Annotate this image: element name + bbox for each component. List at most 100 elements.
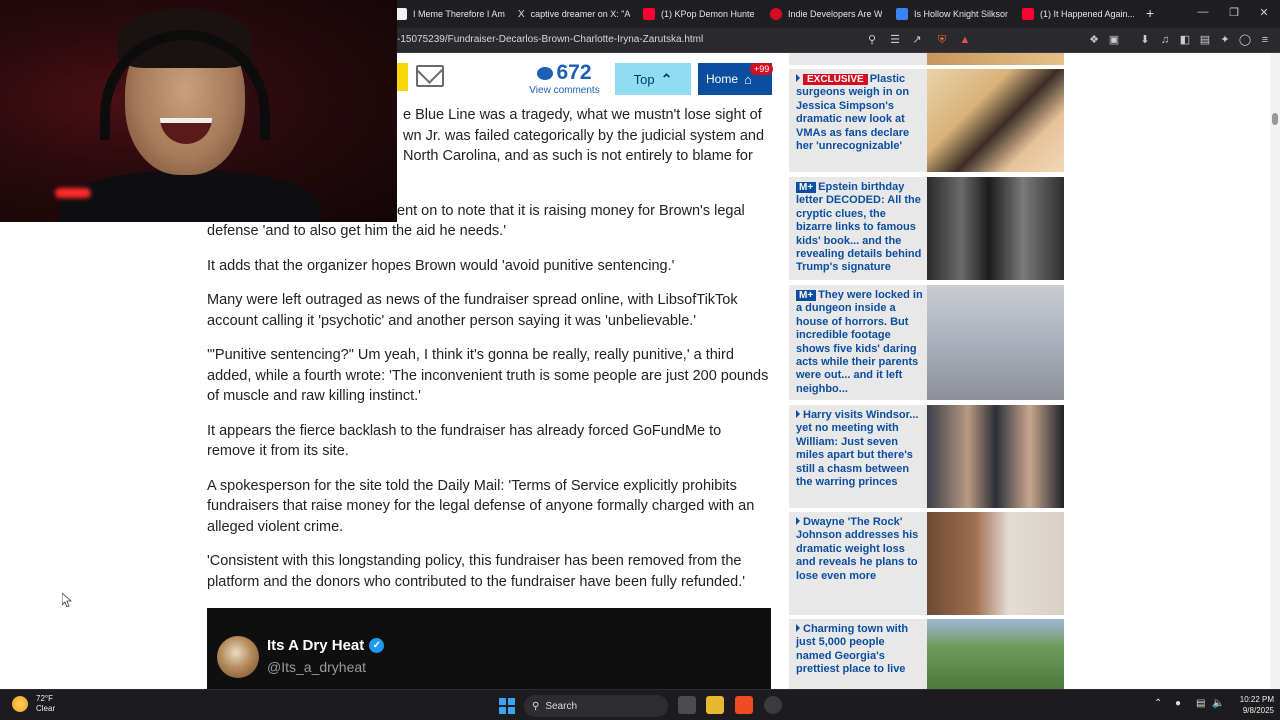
sidebar-story[interactable]: Harry visits Windsor... yet no meeting w…: [789, 405, 1064, 508]
tweet-avatar[interactable]: [217, 636, 259, 678]
tweet-handle[interactable]: @Its_a_dryheat: [267, 659, 366, 675]
downloads-icon[interactable]: ⬇: [1138, 33, 1152, 47]
microphone-icon[interactable]: ●: [1175, 698, 1181, 709]
brave-shield-icon[interactable]: ⛨: [935, 33, 949, 47]
home-badge: +99: [750, 63, 774, 75]
tab-label: captive dreamer on X: "All: [530, 9, 630, 19]
minimize-button[interactable]: —: [1193, 6, 1213, 18]
new-tab-button[interactable]: +: [1146, 5, 1154, 21]
weather-widget[interactable]: 72°F Clear: [12, 694, 55, 714]
comment-label: View comments: [529, 85, 600, 96]
wallet-icon[interactable]: ▤: [1198, 33, 1212, 47]
story-headline[interactable]: EXCLUSIVE Plastic surgeons weigh in on Je…: [796, 73, 923, 153]
sidebar-toggle-icon[interactable]: ▣: [1107, 33, 1121, 47]
tab-indie-devs[interactable]: Indie Developers Are Won: [770, 3, 882, 25]
email-share-icon[interactable]: [416, 65, 444, 87]
story-headline[interactable]: Harry visits Windsor... yet no meeting w…: [796, 409, 923, 489]
article-toolbar: 672 View comments Top ⌃ Home ⌂ +99: [390, 61, 775, 96]
article-paragraph: '"Punitive sentencing?" Um yeah, I think…: [207, 347, 769, 404]
arrow-icon: [796, 624, 800, 632]
vpn-icon[interactable]: ◯: [1238, 33, 1252, 47]
sidebar-story-partial[interactable]: [789, 53, 1064, 65]
windows-start-icon[interactable]: [499, 698, 515, 714]
story-headline[interactable]: M+ They were locked in a dungeon inside a…: [796, 289, 923, 396]
menu-icon[interactable]: ≡: [1258, 33, 1272, 47]
weather-condition: Clear: [36, 704, 56, 713]
comments-link[interactable]: 672 View comments: [527, 61, 602, 96]
brave-browser-icon[interactable]: [735, 696, 753, 714]
close-window-button[interactable]: ✕: [1254, 6, 1274, 19]
scrollbar-thumb[interactable]: [1272, 113, 1278, 125]
top-label: Top: [633, 71, 655, 87]
sidebar-story[interactable]: Dwayne 'The Rock' Johnson addresses his …: [789, 512, 1064, 615]
url-field[interactable]: -15075239/Fundraiser-Decarlos-Brown-Char…: [397, 34, 703, 45]
story-image[interactable]: [927, 53, 1064, 65]
media-icon[interactable]: ♫: [1158, 33, 1172, 47]
tab-kpop[interactable]: (1) KPop Demon Hunters: [643, 3, 755, 25]
leo-ai-icon[interactable]: ✦: [1218, 33, 1232, 47]
volume-icon[interactable]: 🔈: [1212, 698, 1224, 709]
arrow-icon: [796, 410, 800, 418]
rewards-icon[interactable]: ▲: [958, 33, 972, 47]
weather-temp: 72°F: [36, 694, 53, 703]
youtube-icon: [643, 8, 655, 20]
search-label: Search: [545, 700, 578, 712]
tab-label: I Meme Therefore I Am us: [413, 9, 505, 19]
story-image[interactable]: [927, 177, 1064, 280]
sidebar-icon[interactable]: ◧: [1178, 33, 1192, 47]
tray-chevron-icon[interactable]: ⌃: [1154, 698, 1162, 709]
story-headline[interactable]: M+ Epstein birthday letter DECODED: All t…: [796, 181, 923, 275]
tab-captive-dreamer[interactable]: X captive dreamer on X: "All: [518, 3, 630, 25]
zoom-icon[interactable]: ⚲: [865, 33, 879, 47]
exclusive-tag: EXCLUSIVE: [803, 74, 868, 85]
story-headline[interactable]: Charming town with just 5,000 people nam…: [796, 623, 923, 677]
sidebar-story[interactable]: M+ Epstein birthday letter DECODED: All t…: [789, 177, 1064, 280]
tab-label: Is Hollow Knight Silksong: [914, 9, 1008, 19]
tab-silksong[interactable]: Is Hollow Knight Silksong: [896, 3, 1008, 25]
extensions-icon[interactable]: ❖: [1087, 33, 1101, 47]
sidebar-story[interactable]: Charming town with just 5,000 people nam…: [789, 619, 1064, 689]
story-image[interactable]: [927, 405, 1064, 508]
article-paragraph: Many were left outraged as news of the f…: [207, 292, 738, 329]
tab-label: Indie Developers Are Won: [788, 9, 882, 19]
page-scrollbar[interactable]: [1270, 53, 1280, 689]
embedded-tweet[interactable]: Its A Dry Heat ✓ @Its_a_dryheat: [207, 608, 771, 689]
taskbar: 72°F Clear ⚲ Search ⌃ ● ▤ 🔈 10:22 PM 9/8…: [0, 689, 1280, 720]
article-paragraph: It adds that the organizer hopes Brown w…: [207, 257, 675, 274]
reader-mode-icon[interactable]: ☰: [888, 33, 902, 47]
home-button[interactable]: Home ⌂ +99: [698, 63, 774, 95]
article-paragraph: It appears the fierce backlash to the fu…: [207, 422, 722, 460]
back-to-top-button[interactable]: Top ⌃: [615, 63, 691, 95]
sidebar-story[interactable]: M+ They were locked in a dungeon inside a…: [789, 285, 1064, 400]
story-image[interactable]: [927, 512, 1064, 615]
maximize-button[interactable]: ❐: [1224, 6, 1244, 19]
tweet-author[interactable]: Its A Dry Heat ✓: [267, 637, 385, 654]
tab-label: (1) It Happened Again... -: [1040, 9, 1134, 19]
obs-icon[interactable]: [764, 696, 782, 714]
site-favicon-icon: [896, 8, 908, 20]
tab-it-happened[interactable]: (1) It Happened Again... -: [1022, 3, 1134, 25]
tab-meme[interactable]: I Meme Therefore I Am us: [395, 3, 505, 25]
x-logo-icon: X: [518, 8, 525, 20]
story-image[interactable]: [927, 285, 1064, 400]
weather-moon-icon: [12, 696, 28, 712]
comment-bubble-icon: [537, 66, 554, 80]
story-headline[interactable]: Dwayne 'The Rock' Johnson addresses his …: [796, 516, 923, 583]
network-icon[interactable]: ▤: [1196, 698, 1205, 709]
webcam-overlay: [0, 0, 397, 222]
clock-date: 9/8/2025: [1242, 706, 1274, 715]
mail-plus-tag: M+: [796, 290, 817, 301]
story-image[interactable]: [927, 619, 1064, 689]
task-view-icon[interactable]: [678, 696, 696, 714]
sidebar-story[interactable]: EXCLUSIVE Plastic surgeons weigh in on Je…: [789, 69, 1064, 172]
clock-time: 10:22 PM: [1239, 695, 1274, 704]
tweet-author-name: Its A Dry Heat: [267, 637, 365, 654]
youtube-icon: [1022, 8, 1034, 20]
file-explorer-icon[interactable]: [706, 696, 724, 714]
comment-count: 672: [556, 61, 592, 84]
article-paragraph: A spokesperson for the site told the Dai…: [207, 477, 755, 535]
story-image[interactable]: [927, 69, 1064, 172]
taskbar-search[interactable]: ⚲ Search: [524, 695, 668, 717]
share-icon[interactable]: ↗: [910, 33, 924, 47]
taskbar-clock[interactable]: 10:22 PM 9/8/2025: [1230, 694, 1274, 716]
